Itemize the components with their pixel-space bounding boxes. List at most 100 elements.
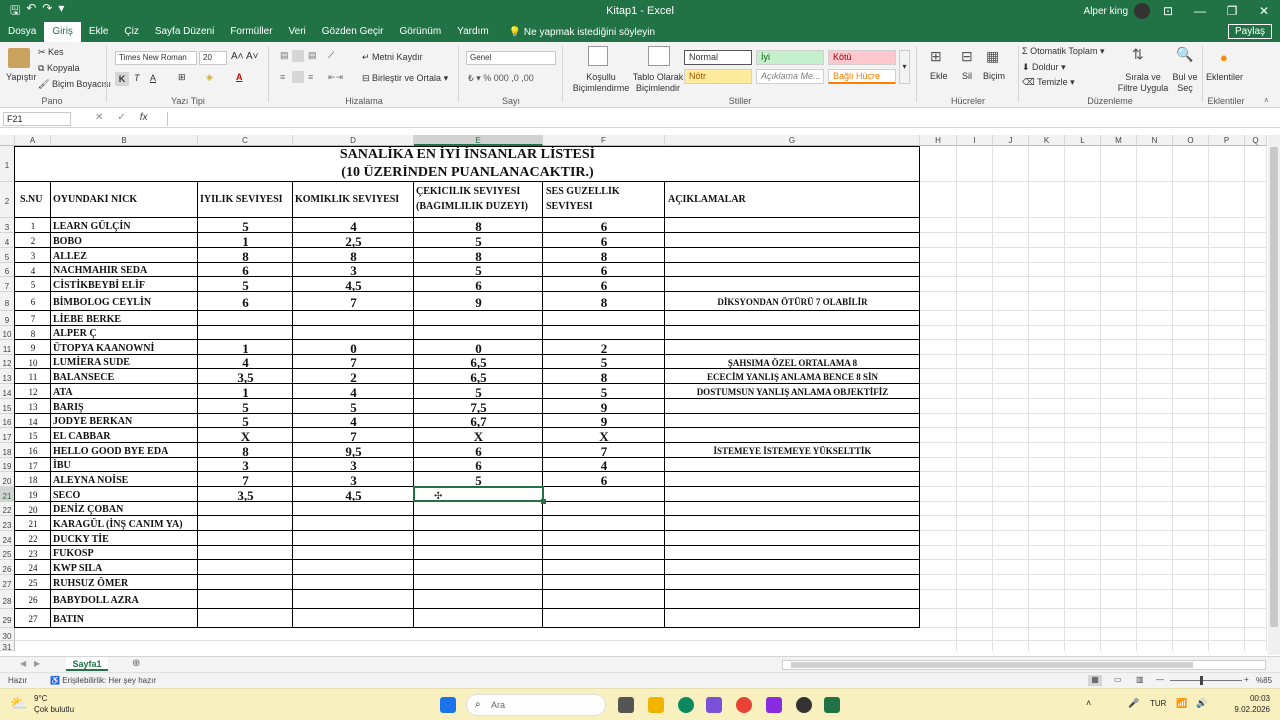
mic-icon[interactable]: 🎤 [1128,698,1139,709]
font-size-combo[interactable]: 20 [199,51,227,65]
score-cell-d[interactable] [293,575,414,590]
column-header-l[interactable]: L [1065,135,1101,146]
style-explanatory[interactable]: Açıklama Me... [756,69,824,84]
row-header-29[interactable]: 29 [0,609,15,628]
style-good[interactable]: İyi [756,50,824,65]
align-left-icon[interactable]: ≡ [280,72,285,82]
row-number-cell[interactable]: 27 [15,609,51,628]
tab-yardim[interactable]: Yardım [449,22,497,42]
volume-icon[interactable]: 🔊 [1196,698,1207,709]
score-cell-c[interactable]: 4 [198,355,293,369]
score-cell-c[interactable] [198,516,293,531]
score-cell-f[interactable] [543,609,665,628]
formula-input[interactable] [167,112,1267,126]
nick-cell[interactable]: LİEBE BERKE [53,311,198,326]
score-cell-e[interactable] [414,590,543,609]
tab-ekle[interactable]: Ekle [81,22,116,42]
copy-button[interactable]: ⧉ Kopyala [38,63,79,74]
row-number-cell[interactable]: 10 [15,355,51,369]
find-select-button[interactable]: Bul ve Seç [1170,72,1200,94]
score-cell-d[interactable]: 4 [293,384,414,399]
score-cell-f[interactable] [543,531,665,546]
undo-icon[interactable]: ↶ [26,1,36,22]
vertical-scroll-thumb[interactable] [1270,147,1278,627]
score-cell-c[interactable]: 5 [198,277,293,292]
format-cells-icon[interactable]: ▦ [986,48,999,65]
weather-icon[interactable]: ⛅ [10,695,27,712]
score-cell-d[interactable] [293,560,414,575]
score-cell-c[interactable] [198,575,293,590]
insert-cells-icon[interactable]: ⊞ [930,48,942,65]
nick-cell[interactable]: ALPER Ç [53,326,198,340]
nick-cell[interactable]: LEARN GÜLÇİN [53,218,198,233]
column-header-h[interactable]: H [920,135,957,146]
score-cell-f[interactable] [543,326,665,340]
restore-button[interactable]: ❐ [1216,4,1248,18]
fill-handle[interactable] [541,499,546,504]
border-icon[interactable]: ⊞ [178,72,186,83]
score-cell-f[interactable]: 5 [543,355,665,369]
column-header-n[interactable]: N [1137,135,1173,146]
row-number-cell[interactable]: 19 [15,487,51,502]
tab-gorunum[interactable]: Görünüm [391,22,449,42]
score-cell-f[interactable]: 6 [543,263,665,277]
score-cell-c[interactable]: 1 [198,233,293,248]
header-iyilik[interactable]: İYİLİK SEVİYESİ [200,194,283,205]
column-header-m[interactable]: M [1101,135,1137,146]
bold-button[interactable]: K [115,72,129,86]
score-cell-e[interactable] [414,575,543,590]
row-header-27[interactable]: 27 [0,575,15,590]
align-bottom-icon[interactable]: ▤ [308,50,317,61]
score-cell-c[interactable]: 8 [198,443,293,458]
score-cell-e[interactable] [414,546,543,560]
clock-time[interactable]: 00:03 [1216,694,1270,703]
score-cell-f[interactable]: 5 [543,384,665,399]
task-view-icon[interactable] [618,697,634,713]
note-cell[interactable] [665,531,920,546]
nick-cell[interactable]: RUHSUZ ÖMER [53,575,198,590]
score-cell-e[interactable]: 7,5 [414,399,543,414]
score-cell-c[interactable]: 7 [198,472,293,487]
row-header-30[interactable]: 30 [0,628,15,641]
merge-center-button[interactable]: ⊟ Birleştir ve Ortala ▾ [362,73,448,84]
app-icon[interactable] [766,697,782,713]
nick-cell[interactable]: FUKOSP [53,546,198,560]
score-cell-f[interactable]: 7 [543,443,665,458]
row-header-10[interactable]: 10 [0,326,15,340]
score-cell-e[interactable]: 6,5 [414,355,543,369]
tab-formuller[interactable]: Formüller [222,22,280,42]
score-cell-f[interactable] [543,311,665,326]
score-cell-d[interactable] [293,311,414,326]
style-bad[interactable]: Kötü [828,50,896,65]
edge-icon[interactable] [678,697,694,713]
page-break-icon[interactable]: ▥ [1136,675,1144,684]
note-cell[interactable] [665,340,920,355]
score-cell-c[interactable]: 1 [198,340,293,355]
row-number-cell[interactable]: 16 [15,443,51,458]
score-cell-e[interactable]: 9 [414,292,543,311]
note-cell[interactable]: DİKSYONDAN ÖTÜRÜ 7 OLABİLİR [665,292,920,311]
row-header-11[interactable]: 11 [0,340,15,355]
wifi-icon[interactable]: 📶 [1176,698,1187,709]
normal-view-icon[interactable]: ▦ [1088,675,1102,686]
row-number-cell[interactable]: 14 [15,414,51,428]
nick-cell[interactable]: BİMBOLOG CEYLİN [53,292,198,311]
format-as-table-icon[interactable] [648,46,670,66]
score-cell-c[interactable]: 3,5 [198,487,293,502]
indent-icon[interactable]: ⇤⇥ [328,72,343,83]
nick-cell[interactable]: DENİZ ÇOBAN [53,502,198,516]
row-number-cell[interactable]: 22 [15,531,51,546]
score-cell-d[interactable] [293,609,414,628]
nick-cell[interactable]: KARAGÜL (İNŞ CANIM YA) [53,516,198,531]
nick-cell[interactable]: ALEYNA NOİSE [53,472,198,487]
cancel-icon[interactable]: ✕ [95,112,103,123]
paste-icon[interactable] [8,48,30,68]
score-cell-d[interactable]: 4,5 [293,487,414,502]
row-header-1[interactable]: 1 [0,146,15,182]
horizontal-scroll-thumb[interactable] [791,662,1193,668]
align-middle-icon[interactable] [292,50,304,62]
score-cell-d[interactable] [293,590,414,609]
header-nick[interactable]: OYUNDAKİ NİCK [53,194,137,205]
score-cell-e[interactable]: 8 [414,218,543,233]
tab-sayfa-duzeni[interactable]: Sayfa Düzeni [147,22,222,42]
